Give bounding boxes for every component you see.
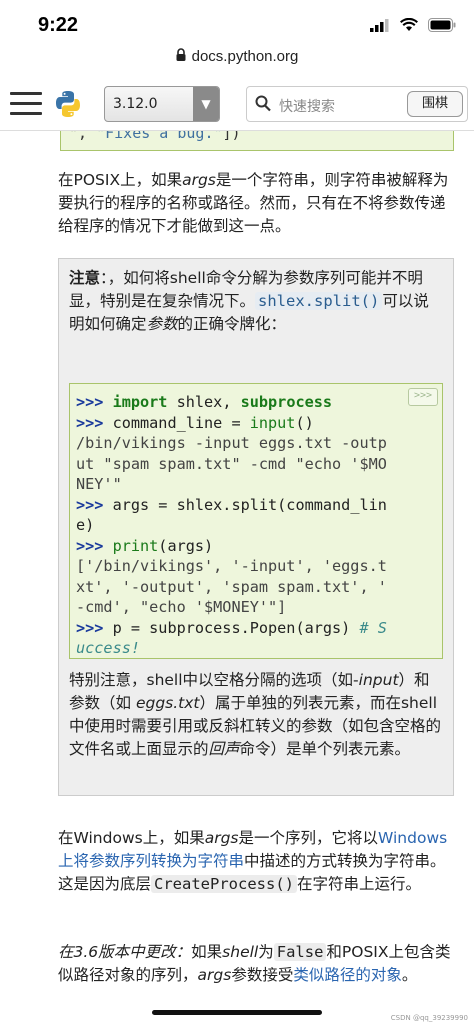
- shlex-split-link[interactable]: shlex.split(): [255, 292, 383, 310]
- code-line: e): [76, 516, 95, 534]
- note-box: 注意：，如何将shell命令分解为参数序列可能并不明显，特别是在复杂情况下。 sh…: [58, 258, 454, 796]
- watermark: CSDN @qq_39239990: [390, 1014, 468, 1022]
- url-text: docs.python.org: [191, 48, 299, 65]
- version-value: 3.12.0: [113, 96, 158, 112]
- code-line: ut "spam spam.txt" -cmd "echo '$MO: [76, 454, 387, 473]
- code-line: /bin/vikings -input eggs.txt -outp: [76, 434, 387, 452]
- code-line: xt', '-output', 'spam spam.txt', ': [76, 577, 387, 596]
- path-like-object-link[interactable]: 类似路径的对象: [293, 966, 402, 984]
- code-line: NEY'": [76, 475, 122, 493]
- version-change-paragraph: 在3.6版本中更改：如果shell为 False 和POSIX上包含类似路径对象的序…: [58, 943, 451, 984]
- menu-icon[interactable]: [10, 92, 42, 116]
- code-line: -cmd', "echo '$MONEY'"]: [76, 598, 287, 616]
- code-line: >>> print(args): [76, 536, 214, 555]
- code-line: >>> import shlex, subprocess: [76, 393, 333, 411]
- note-text: 注意：，如何将shell命令分解为参数序列可能并不明显，特别是在复杂情况下。 sh…: [69, 269, 429, 333]
- code-line: >>> p = subprocess.Popen(args) # S: [76, 618, 387, 637]
- search-button[interactable]: 围棋: [407, 91, 463, 117]
- battery-icon: [428, 18, 456, 32]
- status-bar: 9:22: [0, 0, 474, 50]
- address-bar[interactable]: docs.python.org: [0, 48, 474, 74]
- status-time: 9:22: [38, 14, 79, 36]
- code-line: >>> args = shlex.split(command_lin: [76, 495, 387, 514]
- search-box: 快速搜索 围棋: [246, 86, 468, 122]
- version-select[interactable]: 3.12.0 ▼: [104, 86, 220, 122]
- cellular-signal-icon: [370, 18, 389, 32]
- createprocess-link[interactable]: CreateProcess(): [151, 875, 297, 893]
- copy-prompt-toggle-button[interactable]: >>>: [408, 388, 438, 406]
- lock-icon: [176, 48, 186, 65]
- code-block-tail: ", "Fixes a bug."]): [60, 131, 454, 151]
- system-icons: [370, 18, 456, 32]
- home-indicator[interactable]: [152, 1010, 322, 1015]
- docs-toolbar: 3.12.0 ▼ 快速搜索 围棋: [0, 78, 474, 131]
- code-line: uccess!: [76, 639, 141, 657]
- code-example: >>> >>> import shlex, subprocess >>> com…: [69, 383, 443, 659]
- posix-paragraph: 在POSIX上，如果args是一个字符串，则字符串被解释为要执行的程序的名称或路…: [58, 171, 449, 235]
- wifi-icon: [400, 18, 418, 31]
- note-followup-text: 特别注意，shell中以空格分隔的选项（如-input）和参数（如 eggs.t…: [69, 671, 442, 758]
- python-logo-icon[interactable]: [54, 90, 82, 122]
- code-line: >>> command_line = input(): [76, 413, 314, 432]
- windows-paragraph: 在Windows上，如果args是一个序列，它将以Windows上将参数序列转换…: [58, 829, 448, 893]
- chevron-down-icon: ▼: [193, 87, 219, 121]
- search-input[interactable]: 快速搜索: [279, 96, 335, 116]
- code-line: ['/bin/vikings', '-input', 'eggs.t: [76, 557, 387, 575]
- note-label: 注意: [69, 269, 101, 287]
- search-icon: [255, 95, 271, 116]
